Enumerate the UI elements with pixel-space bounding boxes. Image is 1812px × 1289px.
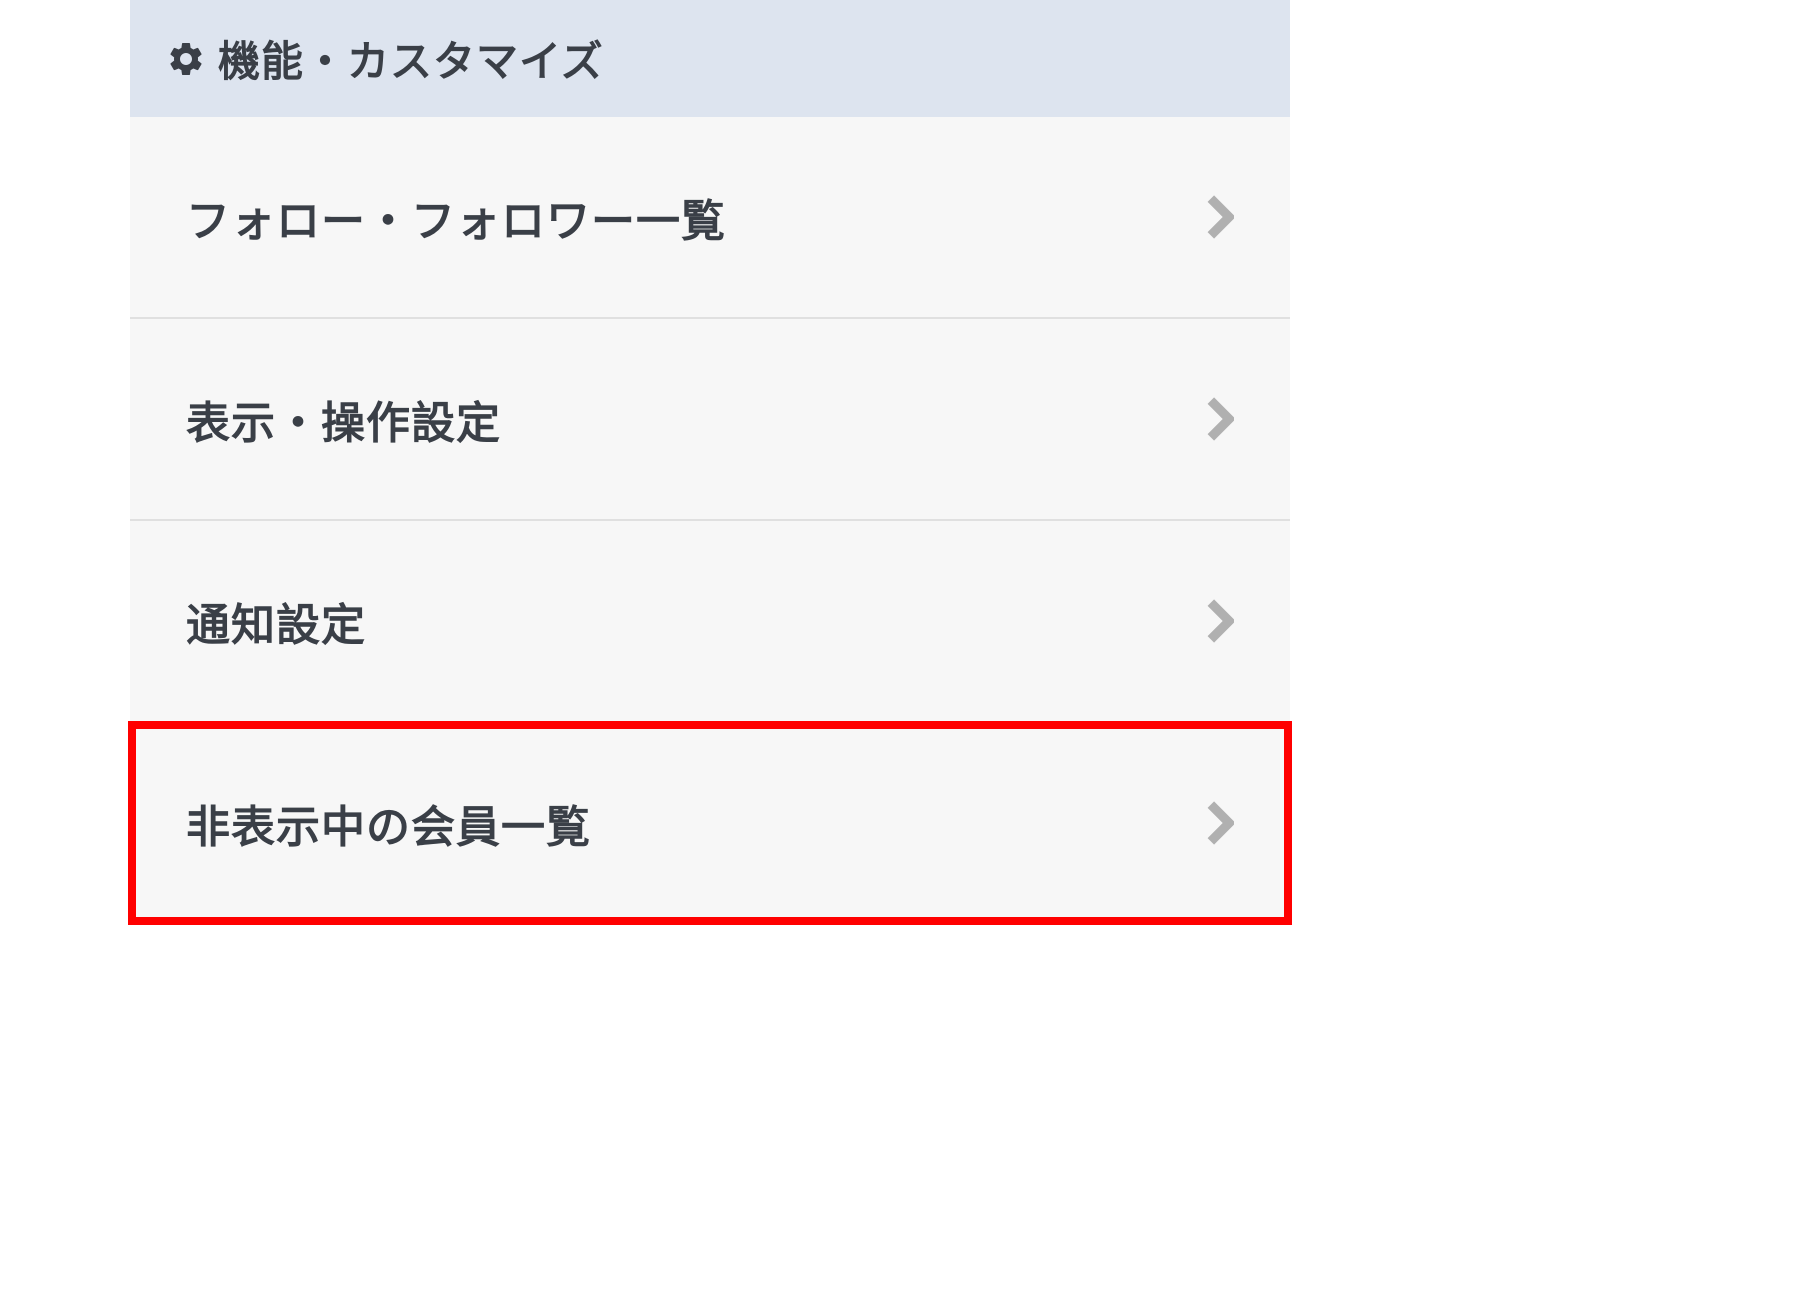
menu-item-display-operation-settings[interactable]: 表示・操作設定 <box>130 319 1290 521</box>
chevron-right-icon <box>1206 801 1234 845</box>
menu-item-hidden-members-list[interactable]: 非表示中の会員一覧 <box>130 723 1290 923</box>
gear-icon <box>166 39 206 79</box>
menu-item-notification-settings[interactable]: 通知設定 <box>130 521 1290 723</box>
menu-item-label: フォロー・フォロワー一覧 <box>186 185 726 249</box>
menu-item-follow-follower-list[interactable]: フォロー・フォロワー一覧 <box>130 117 1290 319</box>
menu-list: フォロー・フォロワー一覧 表示・操作設定 通知設定 非表示中の会員一覧 <box>130 117 1290 923</box>
chevron-right-icon <box>1206 397 1234 441</box>
chevron-right-icon <box>1206 195 1234 239</box>
settings-panel: 機能・カスタマイズ フォロー・フォロワー一覧 表示・操作設定 通知設定 非表示中… <box>130 0 1290 923</box>
section-title: 機能・カスタマイズ <box>218 28 604 89</box>
menu-item-label: 通知設定 <box>186 589 366 653</box>
chevron-right-icon <box>1206 599 1234 643</box>
menu-item-label: 非表示中の会員一覧 <box>186 791 591 855</box>
menu-item-label: 表示・操作設定 <box>186 387 501 451</box>
section-header: 機能・カスタマイズ <box>130 0 1290 117</box>
